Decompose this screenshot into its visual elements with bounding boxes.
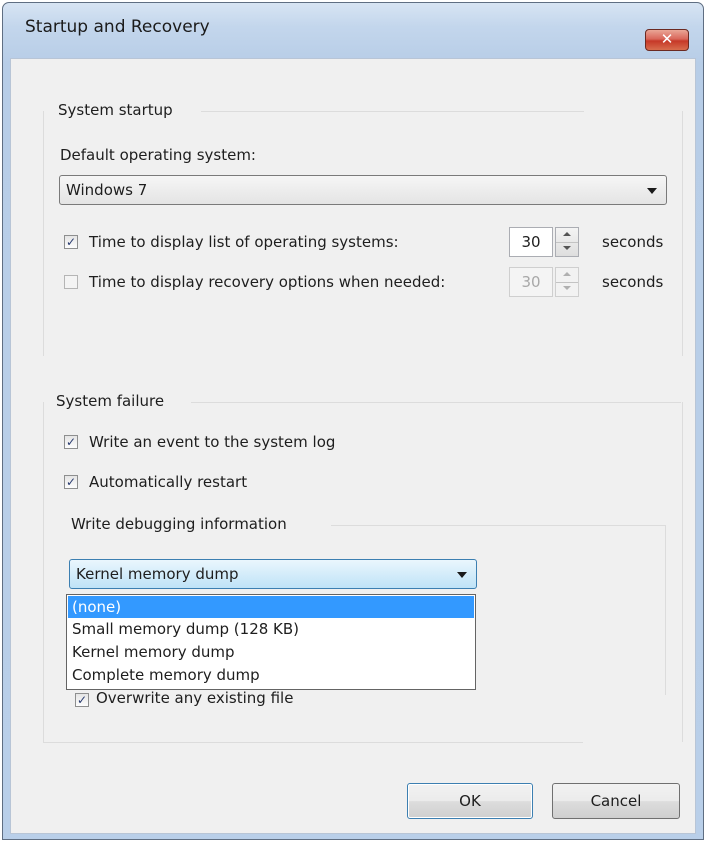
list-time-label: Time to display list of operating system…	[89, 233, 399, 251]
close-icon: ✕	[660, 30, 674, 48]
group-divider	[43, 742, 583, 743]
spin-up-icon	[563, 232, 571, 236]
spin-down-button[interactable]	[556, 242, 578, 256]
default-os-select[interactable]: Windows 7	[59, 175, 667, 205]
write-event-label: Write an event to the system log	[89, 433, 336, 451]
auto-restart-checkbox[interactable]: ✓	[64, 475, 78, 489]
title-bar[interactable]: Startup and Recovery ✕	[3, 3, 703, 51]
auto-restart-label: Automatically restart	[89, 473, 248, 491]
close-button[interactable]: ✕	[645, 29, 689, 51]
group-border-left	[43, 402, 44, 742]
checkmark-icon: ✓	[65, 435, 77, 449]
recovery-time-spinner[interactable]	[555, 267, 579, 297]
dropdown-option-small-dump[interactable]: Small memory dump (128 KB)	[68, 618, 474, 640]
spin-up-button[interactable]	[556, 228, 578, 243]
group-border-right	[665, 525, 666, 695]
spin-up-icon	[563, 272, 571, 276]
list-time-checkbox[interactable]: ✓	[64, 235, 78, 249]
group-divider	[331, 525, 665, 526]
group-border-right	[682, 402, 683, 742]
debug-info-value: Kernel memory dump	[76, 565, 239, 583]
system-startup-group-label: System startup	[58, 101, 173, 119]
system-failure-group-label: System failure	[56, 392, 165, 410]
overwrite-checkbox[interactable]: ✓	[75, 693, 89, 707]
dropdown-option-kernel-dump[interactable]: Kernel memory dump	[68, 641, 474, 663]
recovery-time-unit: seconds	[602, 273, 664, 291]
checkmark-icon: ✓	[65, 235, 77, 249]
group-divider	[201, 111, 584, 112]
recovery-time-checkbox[interactable]	[64, 275, 78, 289]
debug-info-select[interactable]: Kernel memory dump	[69, 559, 477, 589]
group-border-left	[43, 111, 44, 356]
spin-down-icon	[563, 286, 571, 290]
write-event-checkbox[interactable]: ✓	[64, 435, 78, 449]
list-time-unit: seconds	[602, 233, 664, 251]
default-os-label: Default operating system:	[60, 146, 256, 164]
default-os-value: Windows 7	[66, 181, 148, 199]
debug-info-dropdown-list[interactable]: (none) Small memory dump (128 KB) Kernel…	[66, 594, 476, 690]
recovery-time-label: Time to display recovery options when ne…	[89, 273, 446, 291]
spin-down-icon	[563, 246, 571, 250]
checkmark-icon: ✓	[65, 475, 77, 489]
dialog-client-area: System startup Default operating system:…	[10, 58, 696, 834]
startup-recovery-dialog: Startup and Recovery ✕ System startup De…	[2, 2, 704, 840]
dropdown-option-none[interactable]: (none)	[68, 596, 474, 618]
ok-button[interactable]: OK	[407, 783, 533, 819]
spin-up-button[interactable]	[556, 268, 578, 283]
debug-info-group-label: Write debugging information	[71, 515, 287, 533]
recovery-time-input[interactable]: 30	[509, 267, 553, 297]
dropdown-arrow-icon	[457, 572, 467, 578]
group-border-right	[682, 111, 683, 356]
list-time-spinner[interactable]	[555, 227, 579, 257]
dropdown-arrow-icon	[647, 188, 657, 194]
list-time-input[interactable]: 30	[509, 227, 553, 257]
checkmark-icon: ✓	[76, 693, 88, 707]
cancel-button[interactable]: Cancel	[552, 783, 680, 819]
window-title: Startup and Recovery	[25, 17, 210, 37]
spin-down-button[interactable]	[556, 282, 578, 296]
overwrite-label: Overwrite any existing file	[96, 689, 294, 707]
group-divider	[191, 402, 681, 403]
dropdown-option-complete-dump[interactable]: Complete memory dump	[68, 664, 474, 686]
